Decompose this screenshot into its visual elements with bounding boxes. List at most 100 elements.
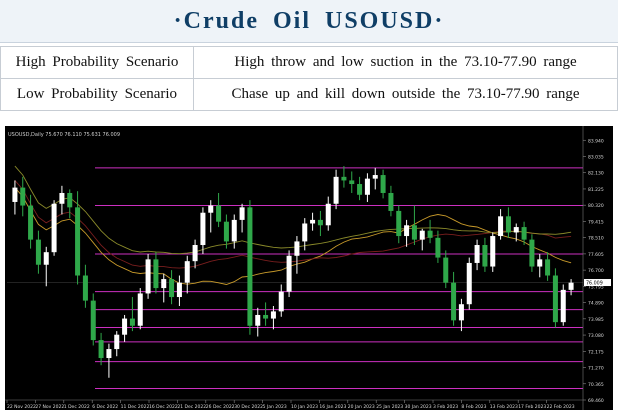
time-tick-label: 8 Feb 2023 [461, 404, 486, 410]
price-tick-label: 80.320 [588, 203, 604, 209]
candle-body [75, 207, 81, 276]
price-tick-label: 72.175 [588, 349, 604, 355]
candle-body [552, 275, 558, 323]
candle-body [59, 192, 65, 204]
candle-body [12, 187, 18, 202]
candle-body [278, 291, 284, 312]
table-row: High Probability Scenario High throw and… [0, 46, 618, 79]
candle-body [474, 245, 480, 263]
price-tick-label: 83.940 [588, 138, 604, 144]
title-banner: ·Crude Oil USOUSD· [0, 0, 618, 43]
candlestick-chart[interactable]: 83.940 83.035 82.130 81.225 80.320 79.415 78.5… [5, 126, 613, 410]
candle-body [90, 300, 96, 341]
time-tick-label: 3 Feb 2023 [433, 404, 458, 410]
candle-body [349, 180, 355, 185]
candle-body [513, 227, 519, 233]
candle-body [310, 219, 316, 224]
candle-body [208, 205, 214, 213]
candle-body [294, 241, 300, 256]
candle-body [153, 259, 159, 289]
time-tick-label: 26 Dec 2022 [206, 404, 235, 410]
scenario-description: High throw and low suction in the 73.10-… [193, 46, 618, 79]
time-tick-label: 11 Dec 2022 [121, 404, 150, 410]
scenario-table: High Probability Scenario High throw and… [0, 46, 618, 111]
time-tick-label: 5 Jan 2023 [263, 404, 287, 410]
price-tick-label: 79.415 [588, 219, 604, 225]
candle-body [498, 216, 504, 237]
price-tick-label: 69.460 [588, 398, 604, 404]
candle-body [176, 282, 182, 298]
candle-body [443, 257, 449, 283]
price-tick-label: 71.270 [588, 366, 604, 372]
candle-body [145, 259, 151, 294]
candle-body [200, 212, 206, 246]
price-tick-label: 83.035 [588, 154, 604, 160]
candle-body [537, 259, 543, 267]
candle-body [411, 225, 417, 240]
current-price-label: 76.009 [586, 281, 603, 287]
candle-body [396, 210, 402, 237]
candle-body [568, 282, 574, 290]
candle-body [286, 255, 292, 292]
candle-body [364, 178, 370, 195]
candle-body [114, 334, 120, 350]
price-tick-label: 82.130 [588, 171, 604, 177]
candle-body [231, 219, 237, 242]
candle-body [505, 216, 511, 233]
scenario-label: Low Probability Scenario [0, 78, 194, 111]
candle-body [51, 203, 57, 253]
candle-body [419, 230, 425, 240]
candle-body [521, 227, 527, 240]
candle-body [106, 349, 112, 359]
time-tick-label: 30 Jan 2023 [405, 404, 432, 410]
time-tick-label: 16 Dec 2022 [149, 404, 178, 410]
candle-body [35, 239, 41, 265]
candle-body [192, 245, 198, 262]
time-tick-label: 17 Feb 2023 [518, 404, 546, 410]
candle-body [333, 176, 339, 204]
price-chart[interactable]: 83.940 83.035 82.130 81.225 80.320 79.415 78.5… [5, 126, 613, 410]
time-tick-label: 1 Dec 2022 [64, 404, 90, 410]
candle-body [325, 203, 331, 226]
price-tick-label: 74.890 [588, 301, 604, 307]
candle-body [388, 192, 394, 211]
scenario-label: High Probability Scenario [0, 46, 194, 79]
time-tick-label: 10 Jan 2023 [291, 404, 318, 410]
price-tick-label: 81.225 [588, 187, 604, 193]
candle-body [263, 314, 269, 319]
time-tick-label: 16 Jan 2023 [319, 404, 346, 410]
candle-body [466, 262, 472, 305]
price-tick-label: 76.700 [588, 268, 604, 274]
candle-body [372, 175, 378, 179]
candle-body [216, 205, 222, 222]
symbol-info: USOUSD,Daily 75.670 76.110 75.631 76.009 [8, 132, 120, 138]
time-tick-label: 22 Nov 2022 [7, 404, 36, 410]
candle-body [529, 239, 535, 267]
time-tick-label: 27 Nov 2022 [35, 404, 64, 410]
candle-body [317, 219, 323, 226]
candle-body [239, 207, 245, 220]
candle-body [20, 187, 26, 206]
candle-body [137, 293, 143, 326]
candle-body [67, 192, 73, 208]
candle-body [161, 279, 167, 289]
candle-body [129, 318, 135, 326]
candle-body [357, 184, 363, 195]
candle-body [341, 176, 347, 181]
candle-body [427, 230, 433, 238]
price-tick-label: 77.605 [588, 252, 604, 258]
price-tick-label: 73.985 [588, 317, 604, 323]
candle-body [43, 252, 49, 265]
candle-body [435, 237, 441, 258]
candle-body [98, 340, 104, 359]
time-tick-label: 13 Feb 2023 [490, 404, 518, 410]
time-tick-label: 6 Dec 2022 [92, 404, 118, 410]
candle-body [28, 205, 34, 240]
time-tick-label: 30 Dec 2022 [234, 404, 263, 410]
price-tick-label: 78.510 [588, 236, 604, 242]
candle-body [545, 259, 551, 276]
candle-body [169, 279, 175, 298]
candle-body [490, 236, 496, 267]
time-tick-label: 22 Feb 2023 [547, 404, 575, 410]
time-tick-label: 20 Jan 2023 [348, 404, 375, 410]
